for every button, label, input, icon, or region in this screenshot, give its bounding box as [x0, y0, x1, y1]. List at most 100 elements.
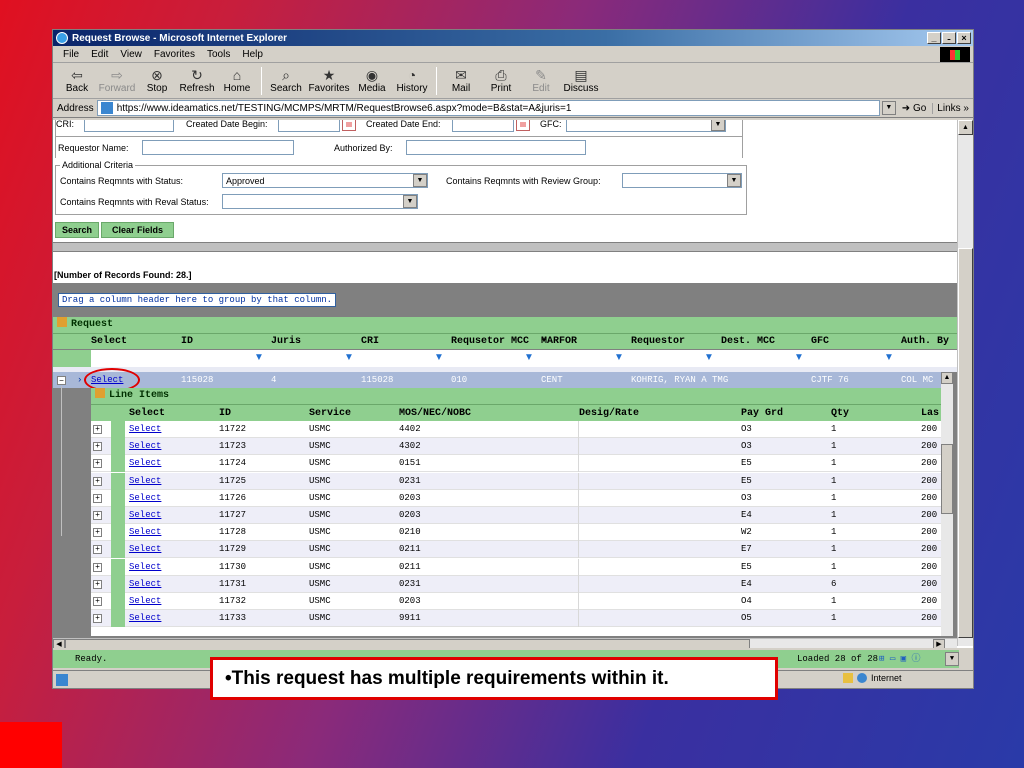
back-button[interactable]: ⇦ Back — [57, 67, 97, 94]
row-selector[interactable] — [111, 455, 125, 473]
expand-icon[interactable]: + — [93, 425, 102, 434]
row-selector[interactable] — [111, 524, 125, 542]
page-scrollbar[interactable]: ▲ — [957, 120, 973, 646]
select-link[interactable]: Select — [129, 541, 161, 558]
col-gfc[interactable]: GFC — [811, 334, 829, 350]
media-button[interactable]: ◉ Media — [352, 67, 392, 94]
requestor-input[interactable] — [142, 140, 294, 155]
line-item-row[interactable]: + Select 11724 USMC 0151 E5 1 200 — [91, 455, 943, 473]
authorized-input[interactable] — [406, 140, 586, 155]
expand-icon[interactable]: + — [93, 579, 102, 589]
filter-icon[interactable]: ▼ — [344, 353, 354, 363]
address-dropdown-icon[interactable]: ▼ — [881, 101, 896, 115]
gfc-select[interactable]: ▼ — [566, 120, 726, 132]
row-selector[interactable] — [111, 421, 125, 438]
grid-tool-icons[interactable]: ⊞ ▭ ▣ ⓘ — [879, 650, 920, 668]
row-selector[interactable] — [111, 575, 125, 593]
filter-icon[interactable]: ▼ — [704, 353, 714, 363]
created-begin-input[interactable] — [278, 120, 340, 132]
filter-icon[interactable]: ▼ — [434, 353, 444, 363]
expand-icon[interactable]: + — [93, 614, 102, 624]
expand-icon[interactable]: + — [93, 493, 102, 503]
li-col-pay-grade[interactable]: Pay Grd — [741, 405, 783, 422]
li-col-id[interactable]: ID — [219, 405, 231, 422]
line-item-row[interactable]: + Select 11726 USMC 0203 O3 1 200 — [91, 489, 943, 507]
col-id[interactable]: ID — [181, 334, 193, 350]
address-input[interactable]: https://www.ideamatics.net/TESTING/MCMPS… — [96, 100, 880, 116]
line-item-row[interactable]: + Select 11728 USMC 0210 W2 1 200 — [91, 524, 943, 542]
expand-icon[interactable]: + — [93, 528, 102, 538]
col-select[interactable]: Select — [91, 334, 127, 350]
scroll-left-icon[interactable]: ◀ — [53, 639, 65, 648]
menu-favorites[interactable]: Favorites — [148, 49, 201, 60]
created-end-input[interactable] — [452, 120, 514, 132]
col-dest-mcc[interactable]: Dest. MCC — [721, 334, 775, 350]
filter-icon[interactable]: ▼ — [884, 353, 894, 363]
maximize-button[interactable]: ̵ — [942, 32, 956, 44]
filter-icon[interactable]: ▼ — [794, 353, 804, 363]
line-item-row[interactable]: + Select 11730 USMC 0211 E5 1 200 — [91, 558, 943, 576]
li-col-select[interactable]: Select — [129, 405, 165, 422]
row-selector[interactable] — [111, 489, 125, 507]
row-selector[interactable] — [111, 610, 125, 628]
scroll-thumb[interactable] — [65, 639, 750, 648]
menu-tools[interactable]: Tools — [201, 49, 236, 60]
scroll-up-icon[interactable]: ▲ — [941, 372, 953, 384]
minimize-button[interactable]: _ — [927, 32, 941, 44]
line-item-row[interactable]: + Select 11722 USMC 4402 O3 1 200 — [91, 421, 943, 438]
scroll-thumb[interactable] — [941, 444, 953, 514]
filter-icon[interactable]: ▼ — [254, 353, 264, 363]
scroll-down-icon[interactable]: ▼ — [945, 652, 959, 666]
reval-status-select[interactable]: ▼ — [222, 194, 418, 209]
calendar-icon[interactable] — [342, 120, 356, 131]
expand-icon[interactable]: + — [93, 442, 102, 452]
menu-view[interactable]: View — [114, 49, 148, 60]
filter-icon[interactable]: ▼ — [524, 353, 534, 363]
horizontal-scrollbar[interactable]: ◀ ▶ — [53, 638, 957, 648]
row-selector[interactable] — [111, 438, 125, 456]
line-item-row[interactable]: + Select 11732 USMC 0203 O4 1 200 — [91, 593, 943, 610]
refresh-button[interactable]: ↻ Refresh — [177, 67, 217, 94]
scroll-thumb[interactable] — [958, 248, 973, 638]
col-juris[interactable]: Juris — [271, 334, 301, 350]
select-link[interactable]: Select — [129, 438, 161, 455]
li-col-last[interactable]: Las — [921, 405, 939, 422]
row-selector[interactable] — [111, 507, 125, 524]
mail-button[interactable]: ✉ Mail — [441, 67, 481, 94]
line-item-row[interactable]: + Select 11733 USMC 9911 O5 1 200 — [91, 610, 943, 628]
row-selector[interactable] — [111, 593, 125, 610]
favorites-button[interactable]: ★ Favorites — [306, 67, 352, 94]
select-link[interactable]: Select — [129, 593, 161, 610]
select-link[interactable]: Select — [129, 559, 161, 576]
edit-button[interactable]: ✎ Edit — [521, 67, 561, 94]
select-link[interactable]: Select — [129, 576, 161, 593]
line-item-row[interactable]: + Select 11723 USMC 4302 O3 1 200 — [91, 438, 943, 456]
discuss-button[interactable]: ▤ Discuss — [561, 67, 601, 94]
col-requestor[interactable]: Requestor — [631, 334, 685, 350]
row-selector[interactable] — [111, 472, 125, 490]
row-selector[interactable] — [111, 558, 125, 576]
li-col-service[interactable]: Service — [309, 405, 351, 422]
collapse-icon[interactable]: − — [57, 376, 66, 385]
select-link[interactable]: Select — [129, 455, 161, 472]
row-selector[interactable] — [111, 541, 125, 559]
select-link[interactable]: Select — [129, 524, 161, 541]
li-col-mos[interactable]: MOS/NEC/NOBC — [399, 405, 471, 422]
line-items-scrollbar[interactable]: ▲ — [941, 372, 953, 636]
select-link[interactable]: Select — [129, 490, 161, 507]
expand-icon[interactable]: + — [93, 545, 102, 555]
menu-file[interactable]: File — [57, 49, 85, 60]
calendar-icon[interactable] — [516, 120, 530, 131]
scroll-right-icon[interactable]: ▶ — [933, 639, 945, 648]
col-auth-by[interactable]: Auth. By — [901, 334, 949, 350]
home-button[interactable]: ⌂ Home — [217, 67, 257, 94]
li-col-qty[interactable]: Qty — [831, 405, 849, 422]
selected-request-row[interactable]: › Select 115028 4 115028 010 CENT KOHRIG… — [53, 372, 943, 388]
line-item-row[interactable]: + Select 11729 USMC 0211 E7 1 200 — [91, 541, 943, 559]
expand-icon[interactable]: + — [93, 459, 102, 469]
search-submit-button[interactable]: Search — [55, 222, 100, 238]
select-link[interactable]: Select — [129, 421, 161, 438]
filter-icon[interactable]: ▼ — [614, 353, 624, 363]
cri-input[interactable] — [84, 120, 174, 132]
expand-icon[interactable]: + — [93, 562, 102, 572]
